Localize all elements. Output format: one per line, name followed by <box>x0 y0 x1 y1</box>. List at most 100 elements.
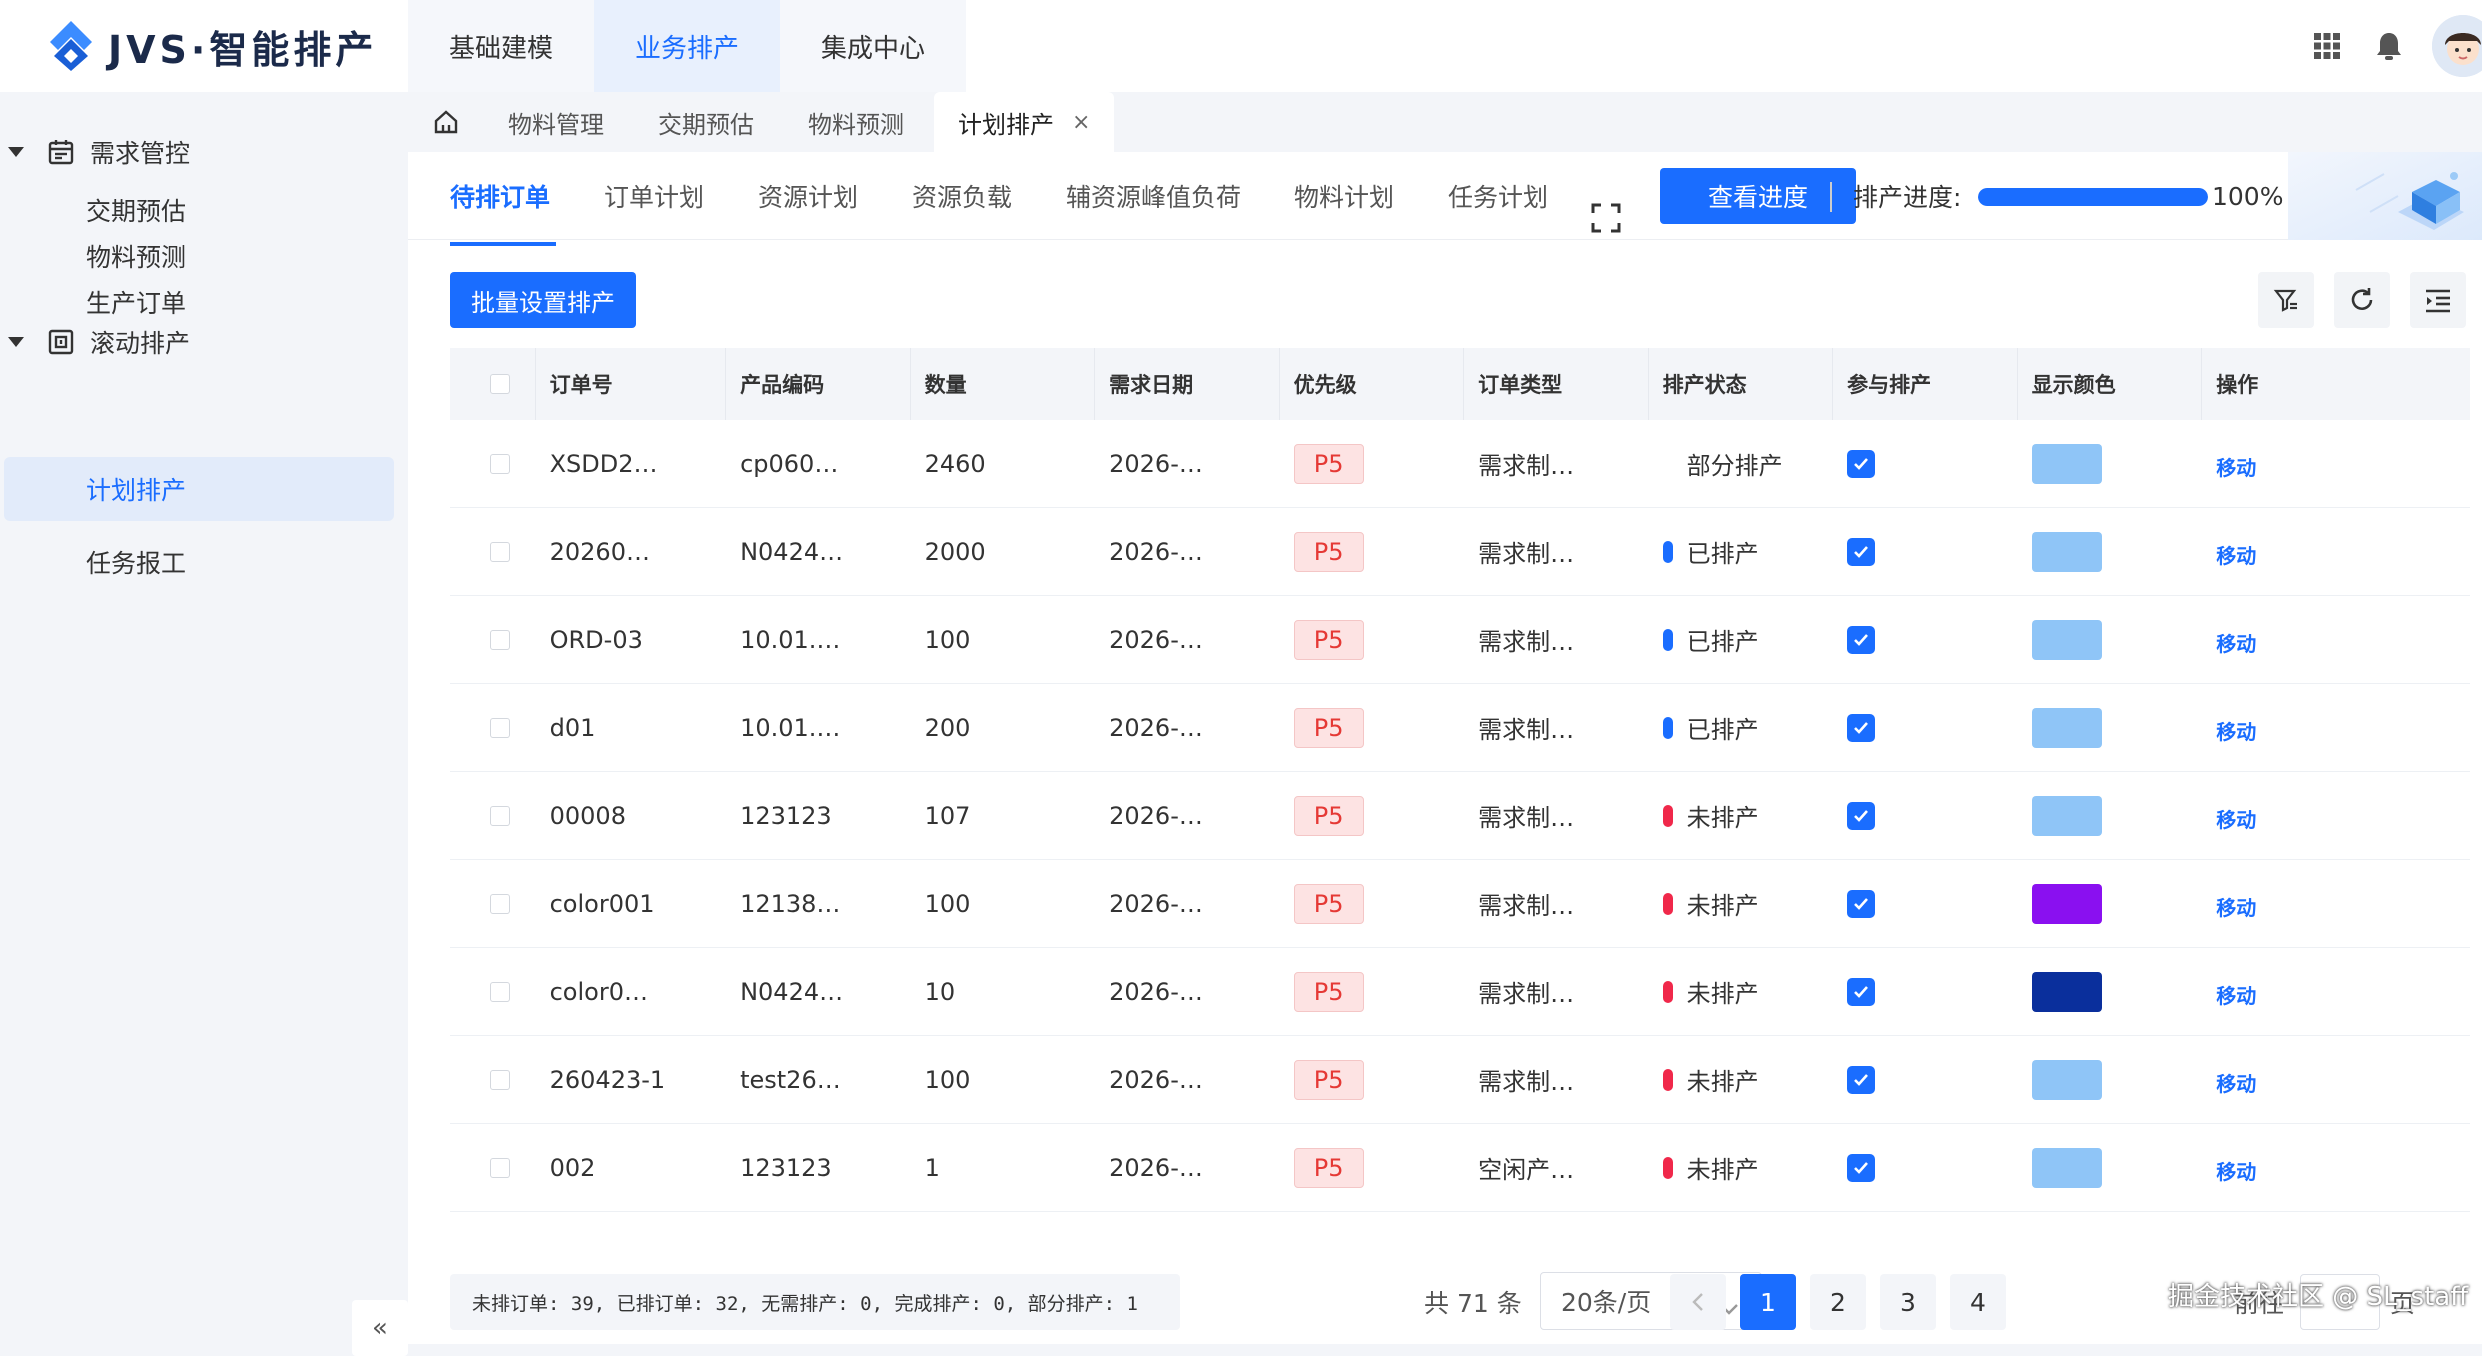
header-schedule-status[interactable]: 排产状态 <box>1649 348 1834 420</box>
color-swatch[interactable] <box>2031 1059 2102 1100</box>
table-row[interactable]: color001 12138… 100 2026-… P5 需求制… 未排产 移动 <box>450 860 2470 948</box>
participate-checkbox[interactable] <box>1847 713 1876 742</box>
move-action-link[interactable]: 移动 <box>2216 1068 2256 1097</box>
table-row[interactable]: color0… N0424… 10 2026-… P5 需求制… 未排产 移动 <box>450 948 2470 1036</box>
color-swatch[interactable] <box>2031 443 2102 484</box>
subtab-pending-orders[interactable]: 待排订单 <box>450 152 550 240</box>
sidebar-collapse-button[interactable]: « <box>352 1300 408 1356</box>
color-swatch[interactable] <box>2031 619 2102 660</box>
priority-badge: P5 <box>1293 971 1364 1012</box>
view-progress-button[interactable]: 查看进度 <box>1660 168 1856 224</box>
move-action-link[interactable]: 移动 <box>2216 452 2256 481</box>
apps-grid-icon[interactable] <box>2296 15 2358 77</box>
tab-delivery-estimate[interactable]: 交期预估 <box>634 92 778 152</box>
watermark: 掘金技术社区 @ SL_staff <box>2168 1282 2469 1312</box>
bell-icon[interactable] <box>2358 15 2420 77</box>
move-action-link[interactable]: 移动 <box>2216 892 2256 921</box>
table-row[interactable]: 20260… N0424… 2000 2026-… P5 需求制… 已排产 移动 <box>450 508 2470 596</box>
header-priority[interactable]: 优先级 <box>1280 348 1465 420</box>
row-checkbox[interactable] <box>490 453 510 474</box>
page-1[interactable]: 1 <box>1740 1274 1796 1330</box>
column-settings-icon[interactable] <box>2410 272 2466 328</box>
header-participate[interactable]: 参与排产 <box>1833 348 2018 420</box>
subtab-task-plan[interactable]: 任务计划 <box>1448 152 1548 240</box>
table-row[interactable]: XSDD2… cp060… 2460 2026-… P5 需求制… 部分排产 移动 <box>450 420 2470 508</box>
subtab-resource-load[interactable]: 资源负载 <box>912 152 1012 240</box>
table-row[interactable]: 260423-1 test26… 100 2026-… P5 需求制… 未排产 移动 <box>450 1036 2470 1124</box>
sidebar-item-task-report[interactable]: 任务报工 <box>0 530 400 594</box>
row-checkbox[interactable] <box>490 981 510 1002</box>
move-action-link[interactable]: 移动 <box>2216 628 2256 657</box>
header-due-date[interactable]: 需求日期 <box>1095 348 1280 420</box>
subtab-aux-peak-load[interactable]: 辅资源峰值负荷 <box>1066 152 1241 240</box>
color-swatch[interactable] <box>2031 795 2102 836</box>
header-display-color[interactable]: 显示颜色 <box>2018 348 2203 420</box>
tab-plan-scheduling[interactable]: 计划排产 × <box>934 92 1115 152</box>
cell-participate <box>1833 860 2018 948</box>
table-row[interactable]: ORD-03 10.01.… 100 2026-… P5 需求制… 已排产 移动 <box>450 596 2470 684</box>
row-checkbox[interactable] <box>490 1157 510 1178</box>
user-avatar[interactable] <box>2432 15 2482 77</box>
row-checkbox[interactable] <box>490 1069 510 1090</box>
cell-order-no: color001 <box>549 889 655 918</box>
participate-checkbox[interactable] <box>1847 537 1876 566</box>
subtab-resource-plan[interactable]: 资源计划 <box>758 152 858 240</box>
cell-order-type: 需求制… <box>1478 452 1575 480</box>
page-2[interactable]: 2 <box>1810 1274 1866 1330</box>
color-swatch[interactable] <box>2031 971 2102 1012</box>
home-icon[interactable] <box>408 92 484 152</box>
page-3[interactable]: 3 <box>1880 1274 1936 1330</box>
close-icon[interactable]: × <box>1072 110 1090 135</box>
sidebar-item-plan-scheduling[interactable]: 计划排产 <box>4 457 394 521</box>
page-4[interactable]: 4 <box>1950 1274 2006 1330</box>
participate-checkbox[interactable] <box>1847 977 1876 1006</box>
row-checkbox[interactable] <box>490 805 510 826</box>
color-swatch[interactable] <box>2031 883 2102 924</box>
table-header: 订单号 产品编码 数量 需求日期 优先级 订单类型 排产状态 参与排产 显示颜色… <box>450 348 2470 420</box>
page-size-select[interactable]: 20条/页 <box>1540 1272 1762 1330</box>
move-action-link[interactable]: 移动 <box>2216 804 2256 833</box>
row-checkbox[interactable] <box>490 893 510 914</box>
table-row[interactable]: 00008 123123 107 2026-… P5 需求制… 未排产 移动 <box>450 772 2470 860</box>
table-row[interactable]: d01 10.01.… 200 2026-… P5 需求制… 已排产 移动 <box>450 684 2470 772</box>
participate-checkbox[interactable] <box>1847 625 1876 654</box>
filter-icon[interactable] <box>2258 272 2314 328</box>
fullscreen-icon[interactable] <box>1588 200 1624 236</box>
participate-checkbox[interactable] <box>1847 1065 1876 1094</box>
participate-checkbox[interactable] <box>1847 449 1876 478</box>
header-order-no[interactable]: 订单号 <box>536 348 727 420</box>
header-order-type[interactable]: 订单类型 <box>1464 348 1649 420</box>
top-header: JVS·智能排产 基础建模 业务排产 集成中心 <box>0 0 2482 92</box>
refresh-icon[interactable] <box>2334 272 2390 328</box>
tab-material-forecast[interactable]: 物料预测 <box>784 92 928 152</box>
move-action-link[interactable]: 移动 <box>2216 540 2256 569</box>
checkbox[interactable] <box>490 374 510 394</box>
prev-page-button[interactable] <box>1670 1274 1726 1330</box>
topnav-scheduling[interactable]: 业务排产 <box>594 0 780 92</box>
move-action-link[interactable]: 移动 <box>2216 716 2256 745</box>
tab-material-management[interactable]: 物料管理 <box>484 92 628 152</box>
sidebar-group-rolling[interactable]: 滚动排产 <box>0 312 408 372</box>
participate-checkbox[interactable] <box>1847 889 1876 918</box>
header-quantity[interactable]: 数量 <box>911 348 1096 420</box>
row-checkbox[interactable] <box>490 541 510 562</box>
row-checkbox[interactable] <box>490 629 510 650</box>
color-swatch[interactable] <box>2031 531 2102 572</box>
participate-checkbox[interactable] <box>1847 1153 1876 1182</box>
move-action-link[interactable]: 移动 <box>2216 1156 2256 1185</box>
participate-checkbox[interactable] <box>1847 801 1876 830</box>
color-swatch[interactable] <box>2031 1147 2102 1188</box>
select-all-checkbox[interactable] <box>450 348 536 420</box>
topnav-modeling[interactable]: 基础建模 <box>408 0 594 92</box>
row-checkbox[interactable] <box>490 717 510 738</box>
sidebar-group-demand[interactable]: 需求管控 <box>0 122 408 182</box>
batch-set-schedule-button[interactable]: 批量设置排产 <box>450 272 636 328</box>
header-product-code[interactable]: 产品编码 <box>726 348 911 420</box>
topnav-integration[interactable]: 集成中心 <box>780 0 966 92</box>
table-row[interactable]: 002 123123 1 2026-… P5 空闲产… 未排产 移动 <box>450 1124 2470 1212</box>
app-logo[interactable]: JVS·智能排产 <box>44 10 377 82</box>
subtab-material-plan[interactable]: 物料计划 <box>1294 152 1394 240</box>
color-swatch[interactable] <box>2031 707 2102 748</box>
subtab-order-plan[interactable]: 订单计划 <box>604 152 704 240</box>
move-action-link[interactable]: 移动 <box>2216 980 2256 1009</box>
